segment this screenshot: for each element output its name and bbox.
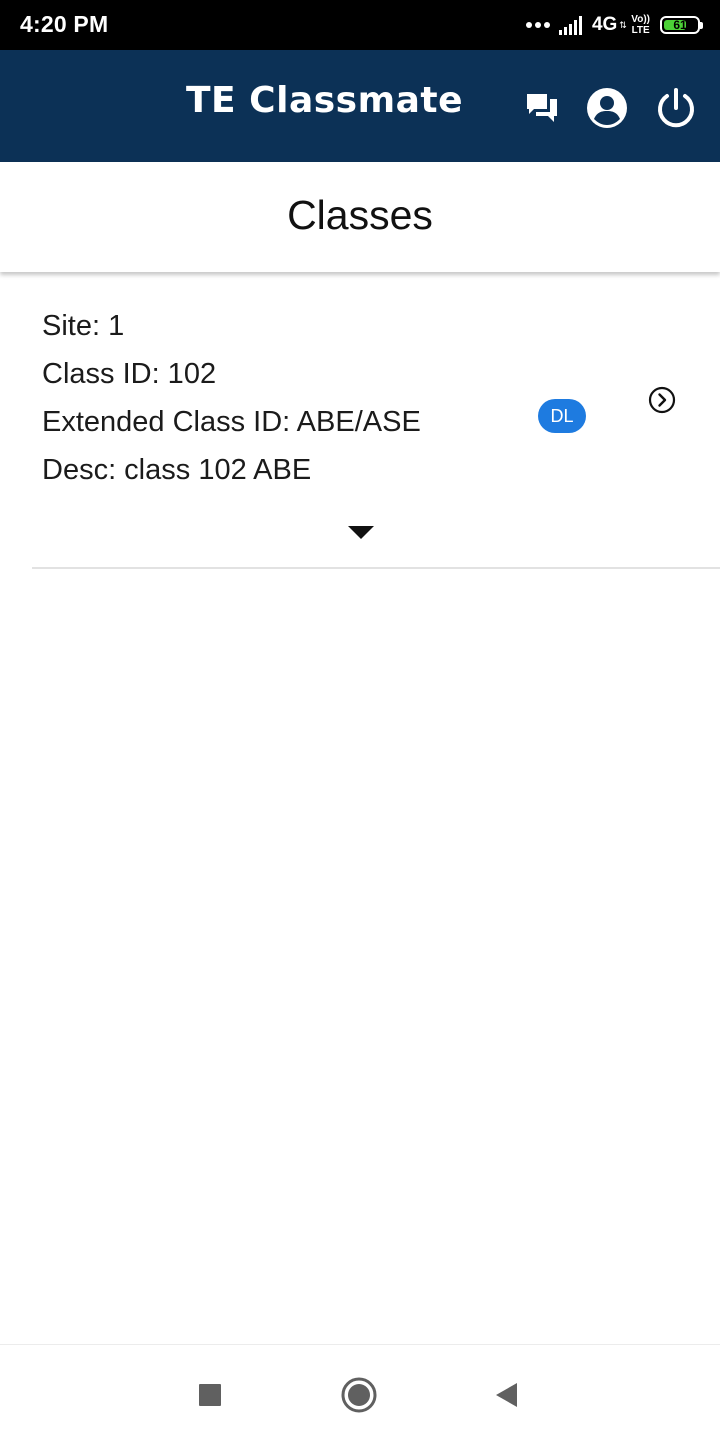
chevron-right-circle-icon [648,386,676,414]
page-title: Classes [287,192,433,238]
battery-level: 61 [673,18,687,32]
battery-icon: 61 [660,16,703,34]
more-notifications-icon [525,22,553,28]
expand-class-button[interactable] [342,522,380,544]
back-icon [496,1383,517,1407]
power-icon [658,88,694,128]
chat-icon [527,94,557,122]
home-button[interactable] [339,1375,379,1415]
signal-strength-icon [558,16,582,35]
dl-badge: DL [538,399,586,433]
data-activity-icon: ⇅ [619,19,627,30]
back-button[interactable] [486,1375,526,1415]
system-nav-bar [0,1344,720,1440]
class-id: Class ID: 102 [42,358,217,390]
class-description: Desc: class 102 ABE [42,454,312,486]
recents-button[interactable] [190,1375,230,1415]
page-header: Classes [0,162,720,272]
status-indicators: 4G ⇅ Vo)) LTE 61 [525,12,703,38]
messages-button[interactable] [520,86,564,130]
volte-icon: Vo)) LTE [631,14,650,36]
class-site: Site: 1 [42,310,125,342]
recents-icon [199,1384,221,1406]
logout-button[interactable] [654,86,698,130]
status-bar: 4:20 PM 4G ⇅ Vo)) LTE 61 [0,0,720,50]
network-type: 4G [591,14,618,35]
account-button[interactable] [585,86,629,130]
volte-top: Vo)) [631,14,650,25]
class-list-item[interactable]: Site: 1 Class ID: 102 Extended Class ID:… [32,300,720,569]
volte-bottom: LTE [631,25,650,36]
home-icon [341,1377,377,1413]
extended-class-id: Extended Class ID: ABE/ASE [42,406,421,438]
expand-arrow-icon [348,526,374,539]
account-circle-icon [587,88,627,128]
app-title: TE Classmate [186,80,464,121]
open-class-button[interactable] [646,384,678,416]
app-bar: TE Classmate [0,50,720,162]
status-time: 4:20 PM [20,11,109,37]
